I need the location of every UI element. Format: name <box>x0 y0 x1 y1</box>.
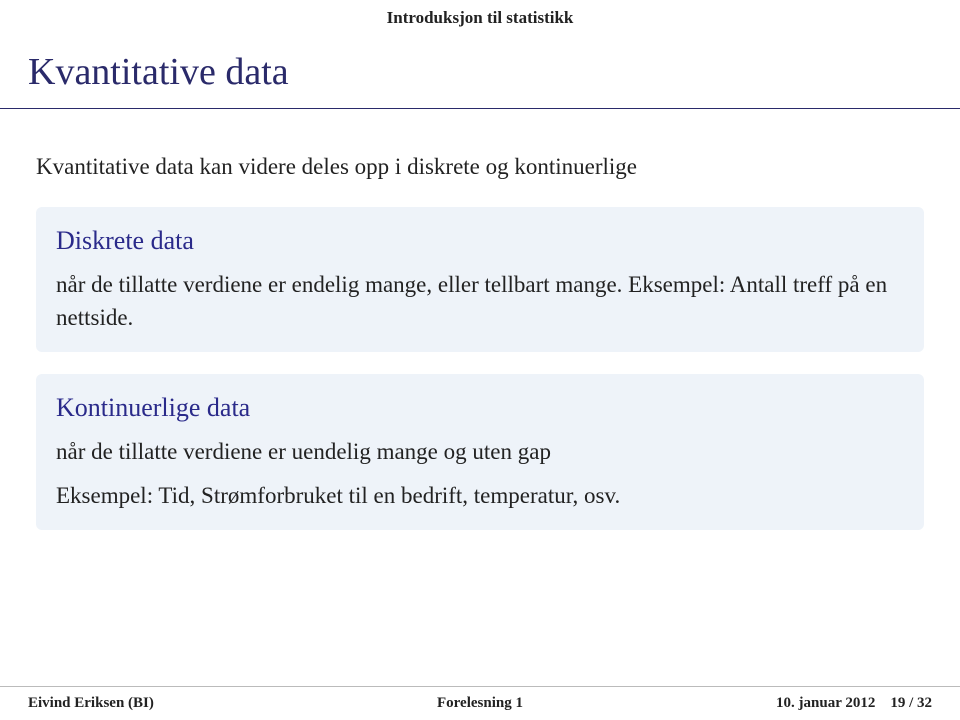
footer-author: Eivind Eriksen (BI) <box>28 695 154 712</box>
section-header: Introduksjon til statistikk <box>0 0 960 28</box>
intro-text: Kvantitative data kan videre deles opp i… <box>36 151 924 183</box>
block-body-diskrete: når de tillatte verdiene er endelig mang… <box>56 268 904 335</box>
footer: Eivind Eriksen (BI) Forelesning 1 10. ja… <box>0 686 960 720</box>
footer-lecture: Forelesning 1 <box>437 695 523 712</box>
block-diskrete: Diskrete data når de tillatte verdiene e… <box>36 207 924 352</box>
block-example-kontinuerlige: Eksempel: Tid, Strømforbruket til en bed… <box>56 480 904 512</box>
block-body-kontinuerlige: når de tillatte verdiene er uendelig man… <box>56 435 904 468</box>
block-title-diskrete: Diskrete data <box>56 223 904 259</box>
slide-content: Kvantitative data kan videre deles opp i… <box>0 109 960 530</box>
slide-title: Kvantitative data <box>0 28 960 108</box>
block-kontinuerlige: Kontinuerlige data når de tillatte verdi… <box>36 374 924 530</box>
footer-date-page: 10. januar 2012 19 / 32 <box>776 695 932 712</box>
block-title-kontinuerlige: Kontinuerlige data <box>56 390 904 426</box>
